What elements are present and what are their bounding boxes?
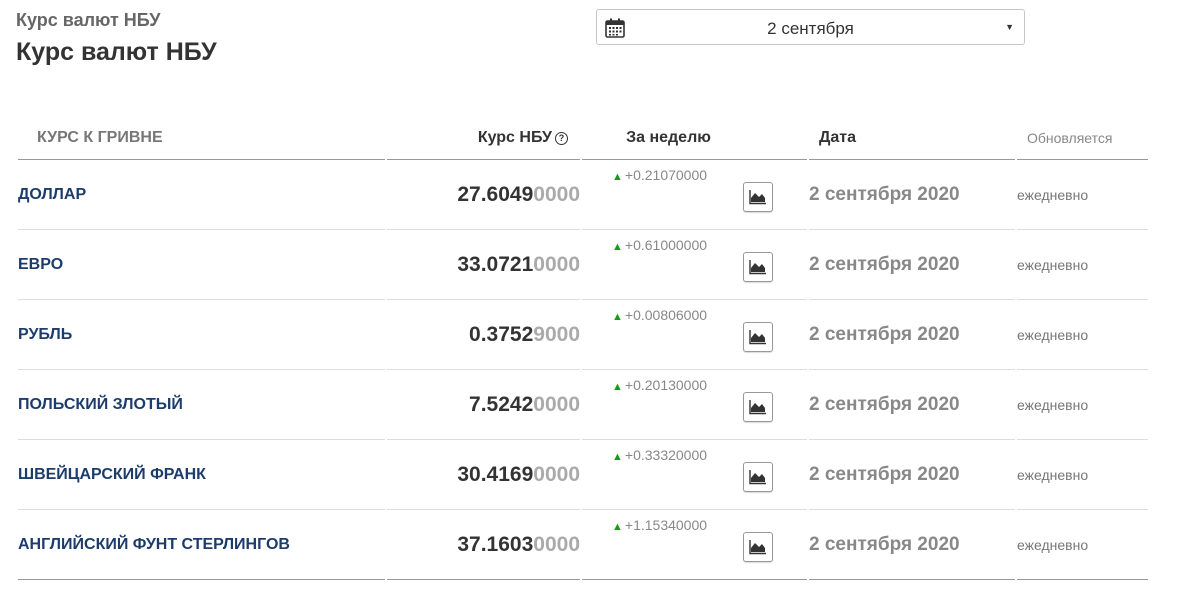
rate-value: 7.52420000 xyxy=(387,370,580,440)
currency-name-link[interactable]: АНГЛИЙСКИЙ ФУНТ СТЕРЛИНГОВ xyxy=(18,510,385,580)
rates-table: КУРС К ГРИВНЕ Курс НБУ? За неделю Дата О… xyxy=(16,116,1150,580)
table-row: АНГЛИЙСКИЙ ФУНТ СТЕРЛИНГОВ 37.16030000 ▲ +1… xyxy=(18,510,1148,580)
week-change: ▲ +1.15340000 xyxy=(612,517,707,533)
header-rate: Курс НБУ? xyxy=(387,116,580,160)
update-frequency: ежедневно xyxy=(1017,370,1148,440)
currency-name-link[interactable]: ШВЕЙЦАРСКИЙ ФРАНК xyxy=(18,440,385,510)
area-chart-icon xyxy=(749,470,766,485)
rate-value: 0.37529000 xyxy=(387,300,580,370)
header-updated: Обновляется xyxy=(1017,116,1148,160)
arrow-up-icon: ▲ xyxy=(612,451,623,463)
rate-date: 2 сентября 2020 xyxy=(809,160,1015,230)
rate-tail: 0000 xyxy=(533,252,580,276)
week-change-value: +0.33320000 xyxy=(624,447,708,463)
update-frequency: ежедневно xyxy=(1017,230,1148,300)
arrow-up-icon: ▲ xyxy=(612,521,623,533)
arrow-up-icon: ▲ xyxy=(612,381,623,393)
rate-tail: 0000 xyxy=(533,462,580,486)
rate-tail: 9000 xyxy=(533,322,580,346)
week-change-value: +0.00806000 xyxy=(624,307,708,323)
rate-main: 33.0721 xyxy=(457,252,534,276)
arrow-up-icon: ▲ xyxy=(612,241,623,253)
rate-value: 37.16030000 xyxy=(387,510,580,580)
week-change-cell: ▲ +1.15340000 xyxy=(582,510,807,580)
area-chart-icon xyxy=(749,330,766,345)
week-change-value: +1.15340000 xyxy=(624,517,708,533)
rate-date: 2 сентября 2020 xyxy=(809,300,1015,370)
header-rate-label: Курс НБУ xyxy=(477,128,552,146)
week-change: ▲ +0.33320000 xyxy=(612,447,707,463)
rate-tail: 0000 xyxy=(533,532,580,556)
week-change: ▲ +0.20130000 xyxy=(612,377,707,393)
table-row: ДОЛЛАР 27.60490000 ▲ +0.21070000 2 сентября … xyxy=(18,160,1148,230)
breadcrumb: Курс валют НБУ xyxy=(16,10,161,30)
currency-name-link[interactable]: РУБЛЬ xyxy=(18,300,385,370)
currency-name-link[interactable]: ЕВРО xyxy=(18,230,385,300)
chart-button[interactable] xyxy=(743,182,773,212)
update-frequency: ежедневно xyxy=(1017,440,1148,510)
chart-button[interactable] xyxy=(743,532,773,562)
rate-main: 27.6049 xyxy=(457,182,534,206)
rate-date: 2 сентября 2020 xyxy=(809,510,1015,580)
week-change-cell: ▲ +0.00806000 xyxy=(582,300,807,370)
update-frequency: ежедневно xyxy=(1017,160,1148,230)
rate-value: 33.07210000 xyxy=(387,230,580,300)
area-chart-icon xyxy=(749,190,766,205)
week-change: ▲ +0.21070000 xyxy=(612,167,707,183)
table-row: РУБЛЬ 0.37529000 ▲ +0.00806000 2 сентября 20… xyxy=(18,300,1148,370)
table-row: ПОЛЬСКИЙ ЗЛОТЫЙ 7.52420000 ▲ +0.20130000 2 с… xyxy=(18,370,1148,440)
arrow-up-icon: ▲ xyxy=(612,171,623,183)
week-change-cell: ▲ +0.61000000 xyxy=(582,230,807,300)
rate-value: 30.41690000 xyxy=(387,440,580,510)
week-change-cell: ▲ +0.21070000 xyxy=(582,160,807,230)
chart-button[interactable] xyxy=(743,252,773,282)
week-change-value: +0.21070000 xyxy=(624,167,708,183)
currency-name-link[interactable]: ДОЛЛАР xyxy=(18,160,385,230)
rate-tail: 0000 xyxy=(533,182,580,206)
week-change: ▲ +0.00806000 xyxy=(612,307,707,323)
currency-name-link[interactable]: ПОЛЬСКИЙ ЗЛОТЫЙ xyxy=(18,370,385,440)
area-chart-icon xyxy=(749,400,766,415)
week-change: ▲ +0.61000000 xyxy=(612,237,707,253)
week-change-cell: ▲ +0.33320000 xyxy=(582,440,807,510)
date-select-value: 2 сентября xyxy=(767,19,854,38)
chart-button[interactable] xyxy=(743,462,773,492)
table-header-row: КУРС К ГРИВНЕ Курс НБУ? За неделю Дата О… xyxy=(18,116,1148,160)
caret-down-icon: ▼ xyxy=(1005,22,1014,32)
update-frequency: ежедневно xyxy=(1017,300,1148,370)
rate-tail: 0000 xyxy=(533,392,580,416)
table-row: ЕВРО 33.07210000 ▲ +0.61000000 2 сентября 20… xyxy=(18,230,1148,300)
page-title: Курс валют НБУ xyxy=(16,38,217,66)
header-week: За неделю xyxy=(582,116,807,160)
header-currency: КУРС К ГРИВНЕ xyxy=(18,116,385,160)
week-change-value: +0.61000000 xyxy=(624,237,708,253)
rate-date: 2 сентября 2020 xyxy=(809,370,1015,440)
table-row: ШВЕЙЦАРСКИЙ ФРАНК 30.41690000 ▲ +0.33320000… xyxy=(18,440,1148,510)
rate-main: 7.5242 xyxy=(469,392,534,416)
chart-button[interactable] xyxy=(743,322,773,352)
rate-date: 2 сентября 2020 xyxy=(809,230,1015,300)
rate-value: 27.60490000 xyxy=(387,160,580,230)
rate-main: 0.3752 xyxy=(469,322,534,346)
week-change-value: +0.20130000 xyxy=(624,377,708,393)
rate-date: 2 сентября 2020 xyxy=(809,440,1015,510)
header-date: Дата xyxy=(809,116,1015,160)
update-frequency: ежедневно xyxy=(1017,510,1148,580)
help-icon[interactable]: ? xyxy=(555,131,568,145)
rate-main: 37.1603 xyxy=(457,532,534,556)
week-change-cell: ▲ +0.20130000 xyxy=(582,370,807,440)
arrow-up-icon: ▲ xyxy=(612,311,623,323)
chart-button[interactable] xyxy=(743,392,773,422)
date-select[interactable]: 2 сентября ▼ xyxy=(596,9,1025,45)
rate-main: 30.4169 xyxy=(457,462,534,486)
area-chart-icon xyxy=(749,540,766,555)
area-chart-icon xyxy=(749,260,766,275)
